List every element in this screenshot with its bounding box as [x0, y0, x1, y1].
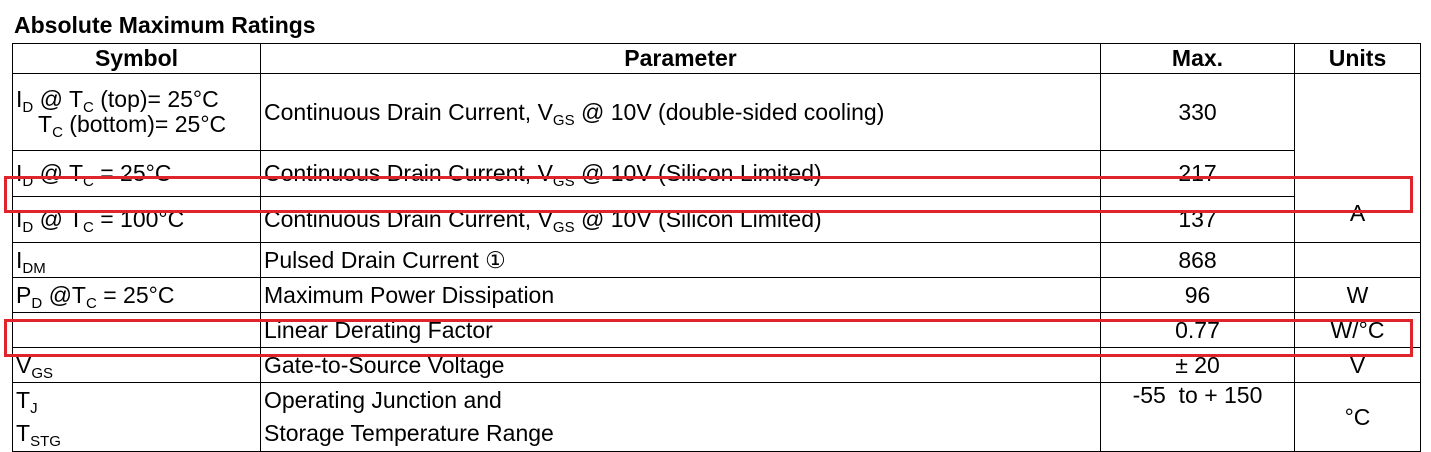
- parameter-cell: Continuous Drain Current, VGS @ 10V (dou…: [260, 72, 1101, 152]
- header-parameter: Parameter: [260, 43, 1101, 74]
- max-cell: -55 to + 150: [1100, 382, 1295, 452]
- table-row: Linear Derating Factor 0.77 W/°C: [12, 312, 1421, 348]
- max-cell: 217: [1100, 150, 1295, 198]
- parameter-cell: Linear Derating Factor: [260, 312, 1101, 348]
- table-row: ID @ TC (top)= 25°C TC (bottom)= 25°C Co…: [12, 72, 1421, 243]
- section-title: Absolute Maximum Ratings: [14, 12, 316, 38]
- parameter-cell: Continuous Drain Current, VGS @ 10V (Sil…: [260, 150, 1101, 198]
- symbol-cell: ID @ TC = 100°C: [12, 196, 261, 243]
- symbol-cell: [12, 312, 261, 348]
- absolute-maximum-ratings-table: Symbol Parameter Max. Units ID @ TC (top…: [12, 43, 1421, 452]
- units-cell: V: [1294, 347, 1421, 383]
- symbol-cell: ID @ TC = 25°C: [12, 150, 261, 198]
- units-cell: °C: [1294, 382, 1421, 452]
- header-max: Max.: [1100, 43, 1295, 74]
- header-row: Symbol Parameter Max. Units: [12, 43, 1421, 74]
- max-cell: 137: [1100, 196, 1295, 243]
- table-row: PD @TC = 25°C Maximum Power Dissipation …: [12, 277, 1421, 313]
- symbol-cell: PD @TC = 25°C: [12, 277, 261, 313]
- max-cell: 0.77: [1100, 312, 1295, 348]
- table-row: IDM Pulsed Drain Current ① 868: [12, 242, 1421, 278]
- parameter-cell: Maximum Power Dissipation: [260, 277, 1101, 313]
- parameter-cell: Pulsed Drain Current ①: [260, 242, 1101, 278]
- header-symbol: Symbol: [12, 43, 261, 74]
- table-row: VGS Gate-to-Source Voltage ± 20 V: [12, 347, 1421, 383]
- table-row: TJ TSTG Operating Junction and Storage T…: [12, 382, 1421, 452]
- table-row: ID @ TC = 25°C Continuous Drain Current,…: [12, 150, 1421, 198]
- symbol-cell: IDM: [12, 242, 261, 278]
- max-cell: 96: [1100, 277, 1295, 313]
- parameter-cell: Continuous Drain Current, VGS @ 10V (Sil…: [260, 196, 1101, 243]
- units-cell: W: [1294, 277, 1421, 313]
- table-row: ID @ TC = 100°C Continuous Drain Current…: [12, 196, 1421, 243]
- symbol-cell: VGS: [12, 347, 261, 383]
- symbol-cell: ID @ TC (top)= 25°C TC (bottom)= 25°C: [12, 72, 261, 152]
- units-cell: [1294, 242, 1421, 278]
- units-cell: A: [1294, 73, 1421, 243]
- units-cell: W/°C: [1294, 312, 1421, 348]
- parameter-cell: Gate-to-Source Voltage: [260, 347, 1101, 383]
- max-cell: 330: [1100, 72, 1295, 152]
- header-units: Units: [1294, 43, 1421, 74]
- symbol-cell: TJ TSTG: [12, 382, 261, 452]
- max-cell: ± 20: [1100, 347, 1295, 383]
- max-cell: 868: [1100, 242, 1295, 278]
- parameter-cell: Operating Junction and Storage Temperatu…: [260, 382, 1101, 452]
